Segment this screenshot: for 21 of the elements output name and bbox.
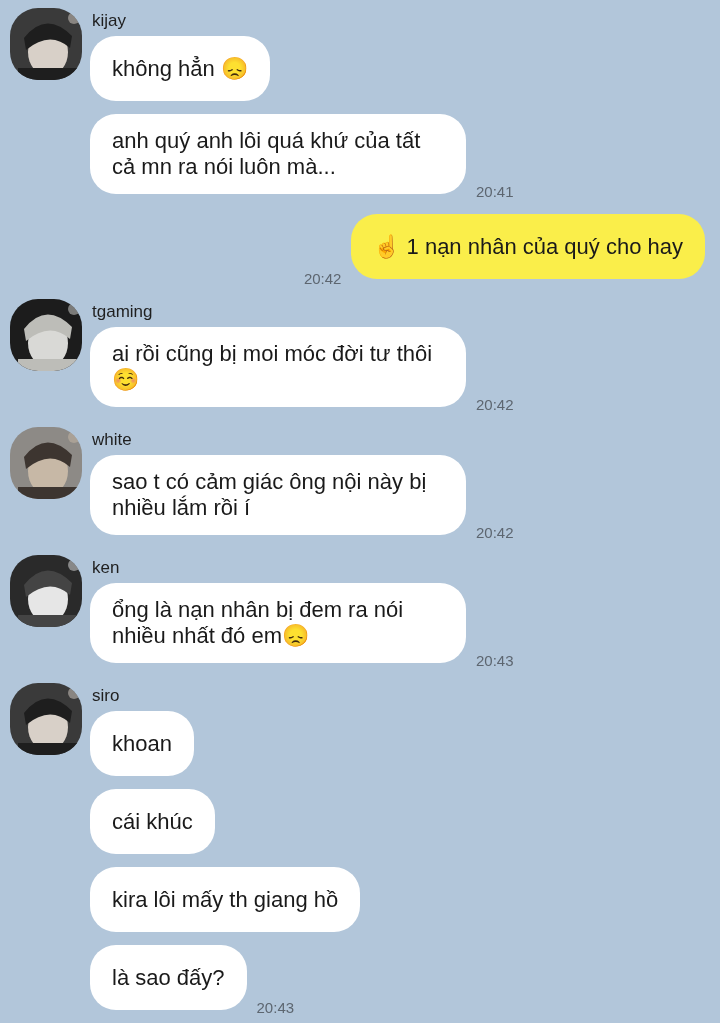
timestamp: 20:42 bbox=[476, 524, 514, 541]
message-bubble: anh quý anh lôi quá khứ của tất cả mn ra nói luôn mà... bbox=[90, 114, 466, 194]
timestamp: 20:41 bbox=[476, 183, 514, 200]
message-bubble: sao t có cảm giác ông nội này bị nhiều lắm rồi í bbox=[90, 455, 466, 535]
message-bubble: ổng là nạn nhân bị đem ra nói nhiều nhất đó em😞 bbox=[90, 583, 466, 663]
message-bubble: không hẳn 😞 bbox=[90, 36, 270, 101]
timestamp: 20:43 bbox=[256, 999, 295, 1016]
timestamp: 20:42 bbox=[303, 270, 342, 287]
sender-name: ken bbox=[92, 558, 121, 578]
message-bubble: là sao đấy? bbox=[90, 945, 247, 1010]
message-bubble: khoan bbox=[90, 711, 194, 776]
message-bubble: kira lôi mấy th giang hồ bbox=[90, 867, 361, 932]
timestamp: 20:43 bbox=[476, 652, 514, 669]
sender-name: kijay bbox=[92, 11, 127, 31]
timestamp: 20:42 bbox=[476, 396, 514, 413]
sender-name: white bbox=[92, 430, 133, 450]
message-bubble: cái khúc bbox=[90, 789, 215, 854]
sender-name: tgaming bbox=[92, 302, 154, 322]
message-bubble: ai rồi cũng bị moi móc đời tư thôi☺ bbox=[90, 327, 466, 407]
message-bubble: ☝ 1 nạn nhân của quý cho hay bbox=[351, 214, 705, 279]
sender-name: siro bbox=[92, 686, 121, 706]
